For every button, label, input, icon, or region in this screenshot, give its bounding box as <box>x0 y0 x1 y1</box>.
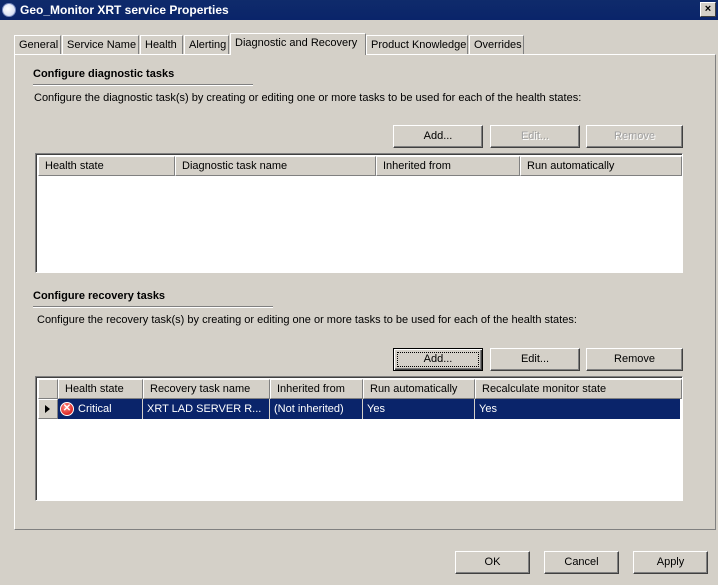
title-bar: Geo_Monitor XRT service Properties × <box>0 0 718 20</box>
cancel-button[interactable]: Cancel <box>544 551 619 574</box>
table-row[interactable]: ✕ Critical XRT LAD SERVER R... (Not inhe… <box>58 399 680 419</box>
cell-run-automatically: Yes <box>363 399 475 419</box>
diagnostic-edit-button[interactable]: Edit... <box>490 125 580 148</box>
tab-general[interactable]: General <box>14 35 61 55</box>
focus-rectangle <box>397 352 479 367</box>
tab-diagnostic-and-recovery[interactable]: Diagnostic and Recovery <box>230 33 366 55</box>
recovery-task-list[interactable]: Health state Recovery task name Inherite… <box>35 376 683 501</box>
column-health-state[interactable]: Health state <box>58 379 143 399</box>
close-button[interactable]: × <box>700 2 716 17</box>
recovery-add-button[interactable]: Add... <box>393 348 483 371</box>
diagnostic-list-header: Health state Diagnostic task name Inheri… <box>38 156 682 176</box>
column-inherited-from[interactable]: Inherited from <box>376 156 520 176</box>
ok-button[interactable]: OK <box>455 551 530 574</box>
tab-overrides[interactable]: Overrides <box>469 35 524 55</box>
window-icon <box>2 3 16 17</box>
diagnostic-section-title: Configure diagnostic tasks <box>33 68 175 80</box>
tab-health[interactable]: Health <box>140 35 183 55</box>
diagnostic-add-button[interactable]: Add... <box>393 125 483 148</box>
cell-health-state: ✕ Critical <box>58 399 143 419</box>
diagnostic-description: Configure the diagnostic task(s) by crea… <box>34 92 582 104</box>
health-state-text: Critical <box>78 403 112 415</box>
recovery-list-header: Health state Recovery task name Inherite… <box>38 379 682 399</box>
row-indicator[interactable] <box>38 399 58 419</box>
diagnostic-remove-button[interactable]: Remove <box>586 125 683 148</box>
recovery-description: Configure the recovery task(s) by creati… <box>37 314 577 326</box>
column-run-automatically[interactable]: Run automatically <box>363 379 475 399</box>
tab-product-knowledge[interactable]: Product Knowledge <box>366 35 468 55</box>
column-run-automatically[interactable]: Run automatically <box>520 156 682 176</box>
column-health-state[interactable]: Health state <box>38 156 175 176</box>
window-title: Geo_Monitor XRT service Properties <box>20 3 229 17</box>
recovery-remove-button[interactable]: Remove <box>586 348 683 371</box>
diagnostic-task-list[interactable]: Health state Diagnostic task name Inheri… <box>35 153 683 273</box>
diagnostic-section-divider <box>33 84 253 86</box>
recovery-section-divider <box>33 306 273 308</box>
column-inherited-from[interactable]: Inherited from <box>270 379 363 399</box>
recovery-edit-button[interactable]: Edit... <box>490 348 580 371</box>
column-recalculate-monitor-state[interactable]: Recalculate monitor state <box>475 379 682 399</box>
recovery-section-title: Configure recovery tasks <box>33 290 166 302</box>
cell-recalculate: Yes <box>479 403 497 415</box>
current-row-arrow-icon <box>45 405 50 413</box>
diagnostic-recovery-panel: Configure diagnostic tasks Configure the… <box>14 54 716 530</box>
cell-inherited-from: (Not inherited) <box>270 399 363 419</box>
column-row-selector <box>38 379 58 399</box>
column-diagnostic-task-name[interactable]: Diagnostic task name <box>175 156 376 176</box>
cell-task-name: XRT LAD SERVER R... <box>143 399 270 419</box>
tab-service-name[interactable]: Service Name <box>62 35 139 55</box>
column-recovery-task-name[interactable]: Recovery task name <box>143 379 270 399</box>
critical-error-icon: ✕ <box>60 402 74 416</box>
apply-button[interactable]: Apply <box>633 551 708 574</box>
tab-alerting[interactable]: Alerting <box>184 35 229 55</box>
